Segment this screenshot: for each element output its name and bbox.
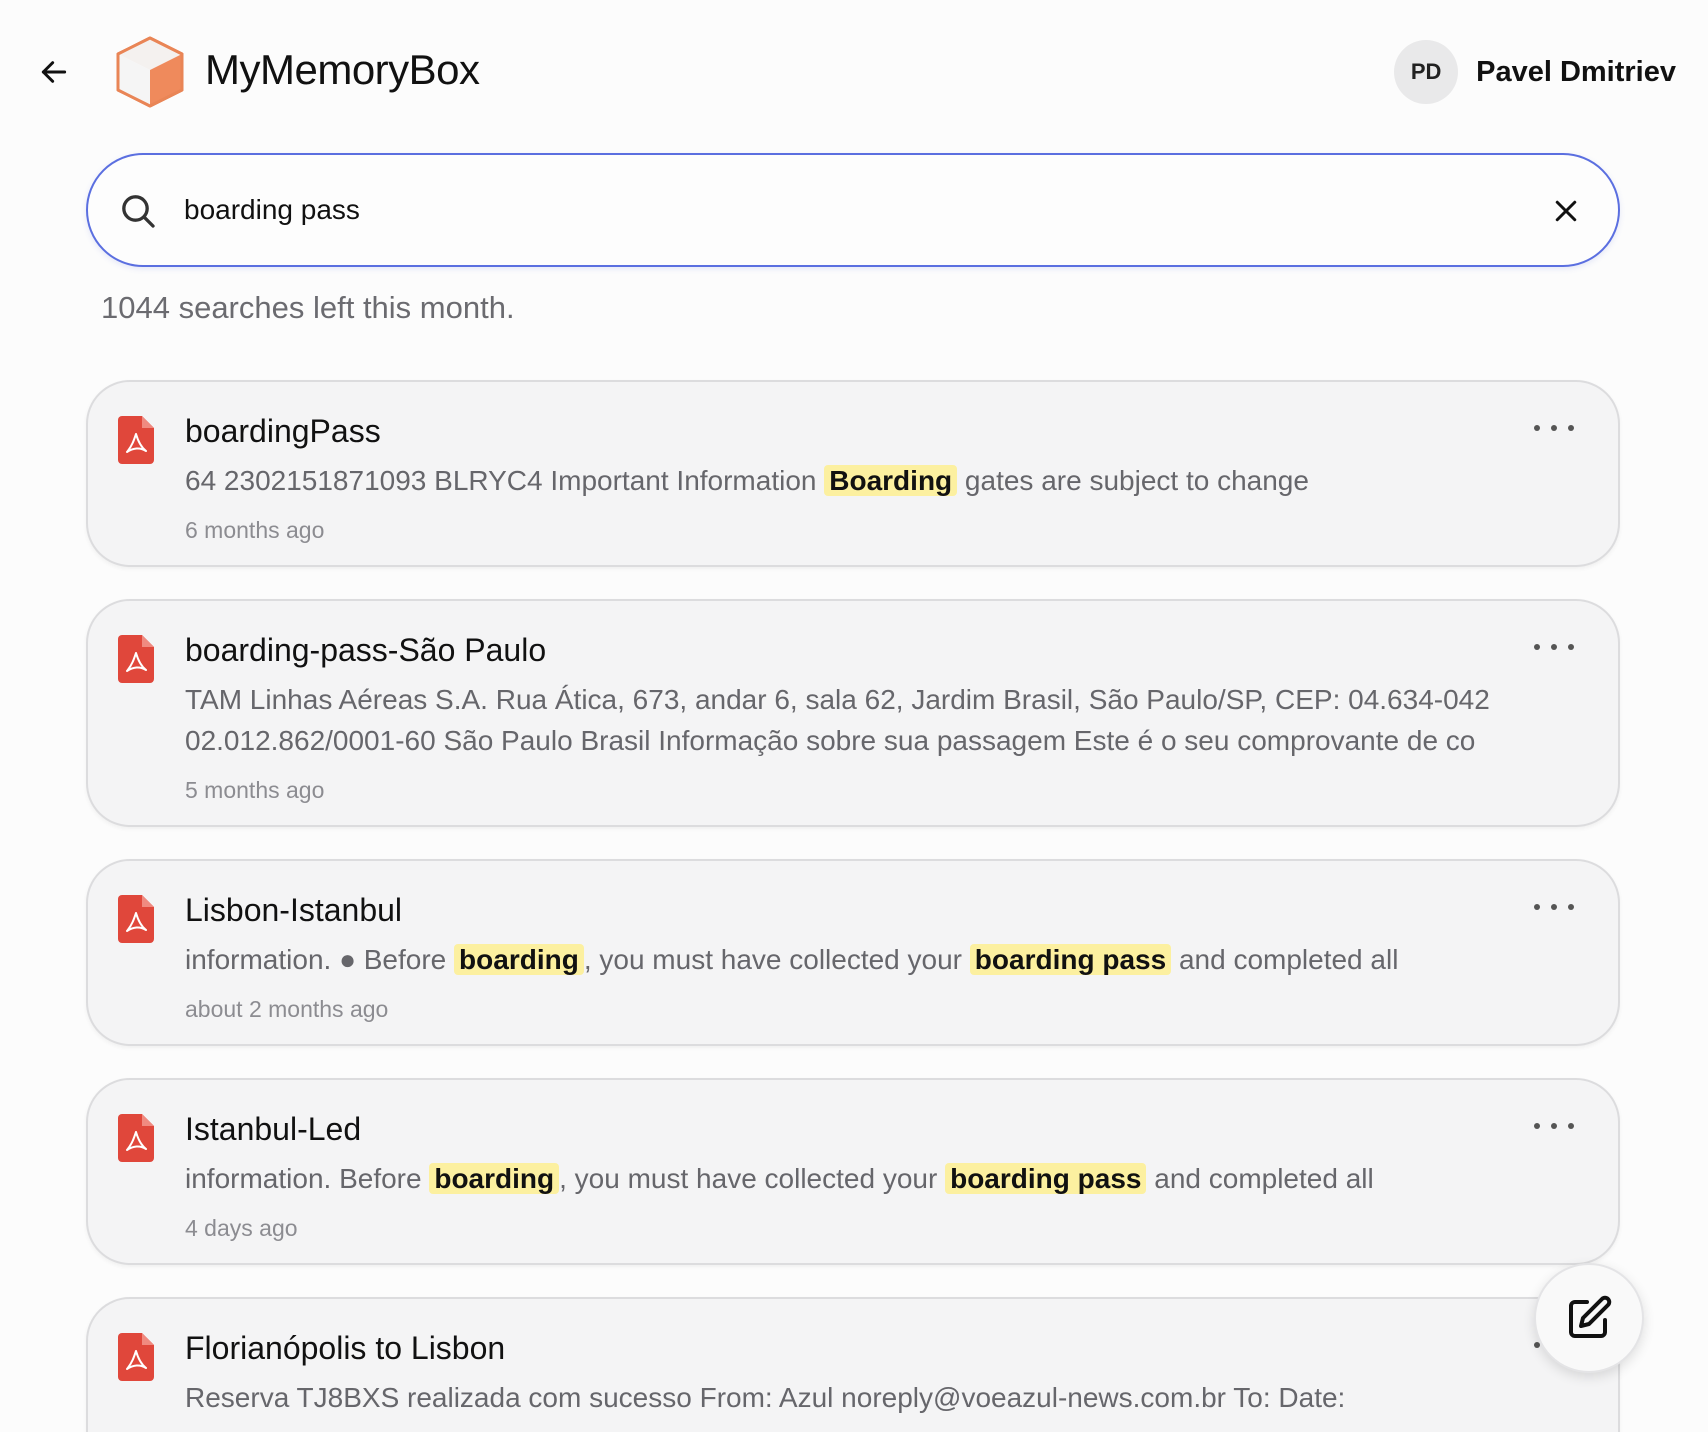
compose-button[interactable] [1534, 1263, 1644, 1373]
snippet-text: information. Before [185, 1163, 430, 1194]
result-title: Istanbul-Led [185, 1111, 362, 1147]
result-date: 5 months ago [185, 777, 325, 803]
result-card[interactable]: Lisbon-Istanbul information. ● Before boa… [86, 859, 1620, 1046]
pdf-file-icon [118, 895, 154, 943]
result-snippet: Reserva TJ8BXS realizada com sucesso Fro… [185, 1377, 1508, 1418]
search-highlight: boarding [429, 1163, 560, 1194]
pdf-file-icon [118, 1333, 154, 1381]
arrow-left-icon [41, 61, 67, 83]
result-date: 6 months ago [185, 517, 325, 543]
more-horizontal-icon [1534, 425, 1540, 431]
snippet-text: , you must have collected your [559, 1163, 946, 1194]
edit-icon [1569, 1295, 1612, 1338]
more-options-button[interactable] [1534, 897, 1574, 917]
pdf-file-icon [118, 635, 154, 683]
search-highlight: Boarding [824, 465, 958, 496]
result-snippet: information. ● Before boarding, you must… [185, 939, 1508, 980]
cube-logo-icon [116, 36, 184, 108]
search-quota-text: 1044 searches left this month. [101, 290, 515, 325]
more-horizontal-icon [1534, 644, 1540, 650]
result-title: Florianópolis to Lisbon [185, 1330, 506, 1366]
result-title: Lisbon-Istanbul [185, 892, 403, 928]
snippet-text: , you must have collected your [583, 944, 970, 975]
pdf-file-icon [118, 1114, 154, 1162]
result-card[interactable]: boardingPass 64 2302151871093 BLRYC4 Impo… [86, 380, 1620, 567]
result-snippet: TAM Linhas Aéreas S.A. Rua Ática, 673, a… [185, 679, 1508, 761]
result-title: boarding-pass-São Paulo [185, 632, 547, 668]
app-header: MyMemoryBox PD Pavel Dmitriev [0, 0, 1708, 145]
more-options-button[interactable] [1534, 637, 1574, 657]
more-horizontal-icon [1534, 1123, 1540, 1129]
result-card[interactable]: Florianópolis to Lisbon Reserva TJ8BXS re… [86, 1297, 1620, 1432]
more-horizontal-icon [1534, 904, 1540, 910]
snippet-text: gates are subject to change [957, 465, 1309, 496]
snippet-text: and completed all [1171, 944, 1399, 975]
result-date: 4 days ago [185, 1215, 298, 1241]
search-highlight: boarding pass [945, 1163, 1147, 1194]
result-card[interactable]: boarding-pass-São Paulo TAM Linhas Aéreas… [86, 599, 1620, 827]
search-bar[interactable] [86, 153, 1620, 267]
result-date: about 2 months ago [185, 996, 389, 1022]
pdf-file-icon [118, 416, 154, 464]
snippet-text: information. ● Before [185, 944, 455, 975]
more-options-button[interactable] [1534, 418, 1574, 438]
snippet-text: TAM Linhas Aéreas S.A. Rua Ática, 673, a… [185, 684, 1490, 756]
result-snippet: information. Before boarding, you must h… [185, 1158, 1508, 1199]
user-name: Pavel Dmitriev [1476, 55, 1676, 88]
clear-search-button[interactable] [1544, 189, 1588, 233]
more-options-button[interactable] [1534, 1116, 1574, 1136]
result-snippet: 64 2302151871093 BLRYC4 Important Inform… [185, 460, 1508, 501]
search-highlight: boarding [454, 944, 584, 975]
close-icon [1555, 200, 1577, 222]
result-title: boardingPass [185, 413, 381, 449]
back-button[interactable] [34, 52, 74, 92]
avatar[interactable]: PD [1394, 40, 1459, 104]
snippet-text: and completed all [1146, 1163, 1374, 1194]
snippet-text: 64 2302151871093 BLRYC4 Important Inform… [185, 465, 825, 496]
results-list: boardingPass 64 2302151871093 BLRYC4 Impo… [86, 380, 1620, 1432]
result-card[interactable]: Istanbul-Led information. Before boarding… [86, 1078, 1620, 1265]
app-title: MyMemoryBox [205, 46, 480, 93]
search-input[interactable] [184, 185, 1484, 235]
search-highlight: boarding pass [969, 944, 1172, 975]
search-icon [122, 195, 155, 228]
user-menu[interactable]: PD Pavel Dmitriev [1394, 40, 1676, 104]
snippet-text: Reserva TJ8BXS realizada com sucesso Fro… [185, 1382, 1346, 1413]
